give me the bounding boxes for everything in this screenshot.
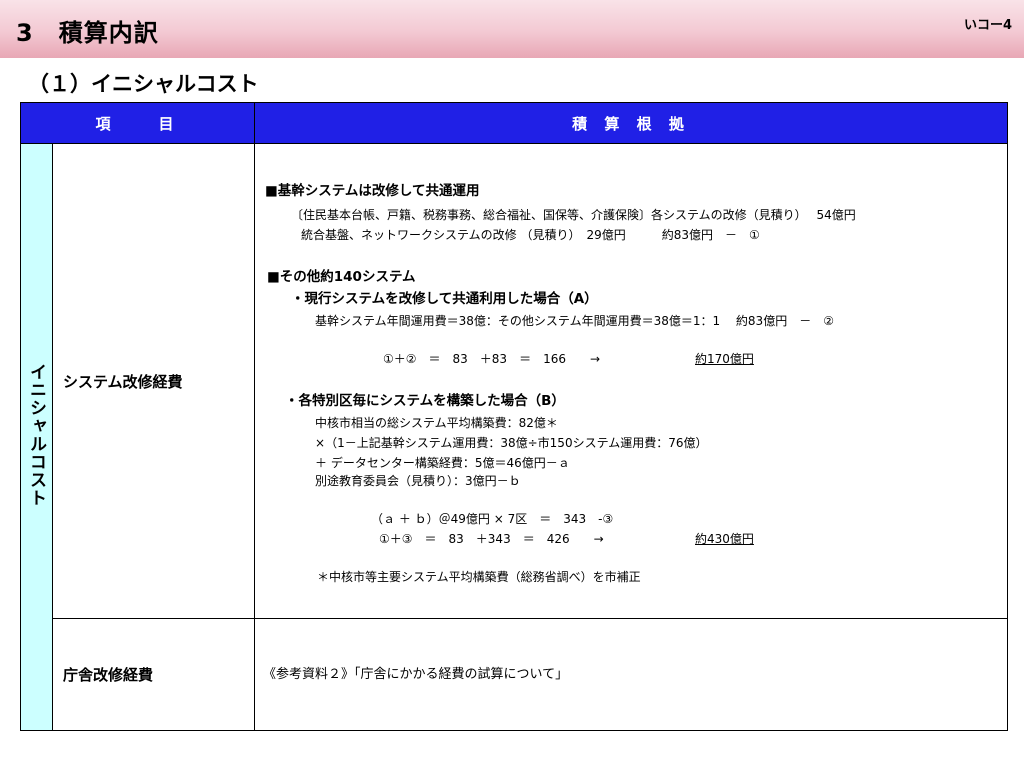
table-row: 庁舎改修経費 《参考資料２》「庁舎にかかる経費の試算について」 [21,618,1009,731]
basis-line: ×（1－上記基幹システム運用費：38億÷市150システム運用費：76億） [315,436,708,450]
table-row: イニシャルコスト システム改修経費 ■基幹システムは改修して共通運用 〔住民基本… [20,143,1009,731]
basis-line: 別途教育委員会（見積り）：3億円－ｂ [315,474,521,488]
basis-line: ・現行システムを改修して共通利用した場合（A） [291,291,598,307]
basis-line: 統合基盤、ネットワークシステムの改修 （見積り） 29億円 約83億円 － ① [301,228,760,242]
basis-line: 基幹システム年間運用費＝38億：その他システム年間運用費＝38億＝1：1 約83… [315,314,834,328]
page-title: 3 積算内訳 [16,19,159,47]
cost-table: 項 目 積 算 根 拠 イニシャルコスト システム改修経費 ■基幹システムは改修… [19,102,1009,731]
basis-line: ・各特別区毎にシステムを構築した場合（B） [285,393,565,409]
basis-line: ■基幹システムは改修して共通運用 [265,183,480,199]
basis-line: ①＋② ＝ 83 ＋83 ＝ 166 → [383,352,601,366]
basis-line: （ａ ＋ ｂ）＠49億円 × 7区 ＝ 343 -③ [371,512,614,526]
item-system-modification: システム改修経費 [51,143,256,619]
basis-line: 〔住民基本台帳、戸籍、税務事務、総合福祉、国保等、介護保険〕各システムの改修（見… [291,208,856,222]
header-basis: 積 算 根 拠 [254,102,1009,144]
basis-building-modification: 《参考資料２》「庁舎にかかる経費の試算について」 [254,618,1009,731]
page-number: いコー4 [963,18,1012,33]
basis-line: 《参考資料２》「庁舎にかかる経費の試算について」 [263,667,569,682]
item-building-modification: 庁舎改修経費 [51,618,256,731]
header-item: 項 目 [19,102,256,144]
basis-line: ＋ データセンター構築経費：5億＝46億円－ａ [315,456,570,470]
group-label: イニシャルコスト [26,363,46,507]
basis-line: 中核市相当の総システム平均構築費：82億＊ [315,416,558,430]
basis-system-modification: ■基幹システムは改修して共通運用 〔住民基本台帳、戸籍、税務事務、総合福祉、国保… [254,143,1009,619]
basis-result: 約430億円 [695,532,754,546]
section-heading: （１）イニシャルコスト [28,72,259,96]
basis-line: ＊中核市等主要システム平均構築費（総務省調べ）を市補正 [317,570,641,584]
basis-line: ①＋③ ＝ 83 ＋343 ＝ 426 → [379,532,604,546]
table-header-row: 項 目 積 算 根 拠 [19,102,1009,144]
basis-line: ■その他約140システム [267,269,416,285]
group-label-cell: イニシャルコスト [20,143,53,731]
basis-result: 約170億円 [695,352,754,366]
